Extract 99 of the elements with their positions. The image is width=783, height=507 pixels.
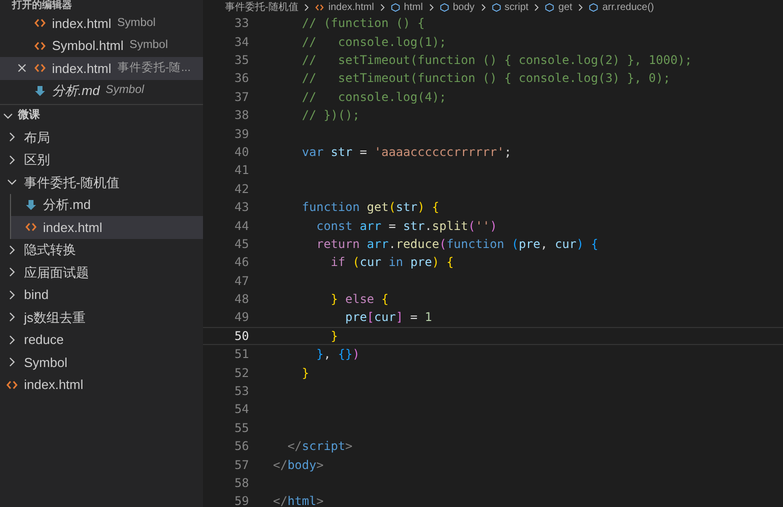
open-editor-item[interactable]: index.html Symbol: [0, 12, 203, 34]
code-line: if (cur in pre) {: [330, 254, 454, 272]
line-number: 59: [234, 493, 249, 507]
code-line: function get(str) {: [300, 199, 440, 216]
code-brackets-icon: [34, 62, 46, 74]
code-line: return arr.reduce(function (pre, cur) {: [315, 236, 598, 253]
breadcrumb-item[interactable]: html: [404, 0, 423, 14]
code-line: </script>: [286, 438, 352, 456]
code-line: // setTimeout(function () { console.log(3) }, 0);: [300, 70, 670, 88]
line-number: 37: [234, 88, 249, 106]
open-editor-item[interactable]: 分析.md Symbol: [0, 80, 203, 102]
line-number: 44: [234, 218, 249, 234]
line-number: 56: [234, 438, 249, 456]
down-arrow-icon: [25, 198, 37, 211]
line-number: 49: [234, 309, 249, 326]
tree-item[interactable]: bind: [0, 284, 203, 306]
line-number: 50: [234, 328, 249, 345]
code-brackets-icon: [34, 17, 46, 30]
code-line: </body>: [273, 456, 324, 474]
cube-icon: [589, 2, 598, 12]
code-brackets-icon: [315, 2, 324, 12]
line-number: 42: [234, 180, 249, 198]
code-line: }, {}): [315, 346, 360, 364]
file-name: index.html: [52, 14, 112, 32]
breadcrumb-item[interactable]: body: [452, 0, 475, 14]
folder-description: 事件委托-随...: [117, 60, 191, 76]
code-line: // setTimeout(function () { console.log(2) }, 1000);: [300, 52, 692, 69]
line-number: 47: [234, 272, 249, 290]
open-editor-item[interactable]: Symbol.html Symbol: [0, 34, 203, 57]
folder-description: Symbol: [106, 83, 144, 98]
code-line: // })();: [300, 107, 360, 124]
down-arrow-icon: [34, 84, 46, 97]
breadcrumb-item[interactable]: arr.reduce(): [602, 0, 654, 14]
line-number: 58: [234, 474, 249, 492]
chevron-right-icon: [478, 2, 488, 12]
line-number: 43: [234, 199, 249, 216]
code-line: pre[cur] = 1: [344, 309, 432, 326]
file-name: Symbol.html: [52, 37, 124, 55]
line-number: 46: [234, 254, 249, 272]
line-number: 45: [234, 236, 249, 253]
breadcrumb-item[interactable]: get: [558, 0, 572, 14]
tree-item[interactable]: index.html: [0, 374, 203, 396]
line-number: 40: [234, 144, 249, 161]
code-line: }: [300, 364, 310, 382]
line-number: 57: [234, 456, 249, 474]
file-name: 分析.md: [52, 82, 100, 100]
chevron-right-icon: [378, 2, 387, 12]
cube-icon: [492, 2, 501, 12]
line-number: 51: [234, 346, 249, 364]
line-number: 55: [234, 420, 249, 437]
line-number: 54: [234, 401, 249, 418]
code-line: // (function () {: [300, 15, 425, 32]
tree-item[interactable]: Symbol: [0, 351, 203, 374]
code-line: var str = 'aaaaccccccrrrrrr';: [300, 144, 512, 161]
breadcrumb-item[interactable]: 事件委托-随机值: [225, 0, 298, 14]
line-number: 35: [234, 52, 249, 69]
line-number: 34: [234, 34, 249, 51]
close-icon: [16, 62, 28, 74]
line-number: 41: [234, 162, 249, 180]
code-brackets-icon: [6, 378, 18, 391]
tree-item[interactable]: 分析.md: [11, 194, 203, 216]
breadcrumb-item[interactable]: index.html: [328, 0, 374, 14]
code-line: }: [330, 328, 338, 345]
file-name: index.html: [52, 60, 112, 78]
cube-icon: [545, 2, 554, 12]
tree-item[interactable]: 区别: [0, 148, 203, 171]
code-line: // console.log(1);: [300, 34, 446, 51]
code-line: // console.log(4);: [300, 88, 446, 106]
breadcrumb-item[interactable]: script: [504, 0, 528, 14]
line-number: 39: [234, 126, 249, 143]
chevron-right-icon: [302, 2, 312, 12]
chevron-right-icon: [532, 2, 542, 12]
line-number: 53: [234, 383, 249, 400]
tree-item[interactable]: reduce: [0, 328, 203, 351]
line-number: 52: [234, 364, 249, 382]
folder-name: 微课: [18, 108, 40, 124]
code-line: const arr = str.split(''): [315, 218, 498, 234]
folder-description: Symbol: [130, 38, 168, 54]
code-brackets-icon: [34, 40, 46, 52]
code-line: } else {: [330, 291, 389, 308]
tree-item[interactable]: 隐式转换: [0, 238, 203, 261]
line-number: 38: [234, 107, 249, 124]
line-number: 33: [234, 15, 249, 32]
cube-icon: [440, 2, 449, 12]
code-brackets-icon: [25, 221, 37, 234]
tree-item[interactable]: 布局: [0, 126, 203, 148]
tree-item[interactable]: 应届面试题: [0, 261, 203, 284]
line-number: 48: [234, 291, 249, 308]
chevron-right-icon: [576, 2, 586, 12]
folder-description: Symbol: [117, 16, 156, 31]
line-number: 36: [234, 70, 249, 88]
chevron-right-icon: [426, 2, 436, 12]
open-editor-item[interactable]: index.html 事件委托-随...: [0, 57, 203, 80]
code-line: </html>: [273, 493, 324, 507]
tree-item[interactable]: 事件委托-随机值: [0, 171, 203, 194]
tree-item[interactable]: index.html: [11, 216, 203, 238]
tree-item[interactable]: js数组去重: [0, 306, 203, 328]
cube-icon: [390, 2, 400, 12]
explorer-header[interactable]: 微课: [0, 104, 203, 126]
